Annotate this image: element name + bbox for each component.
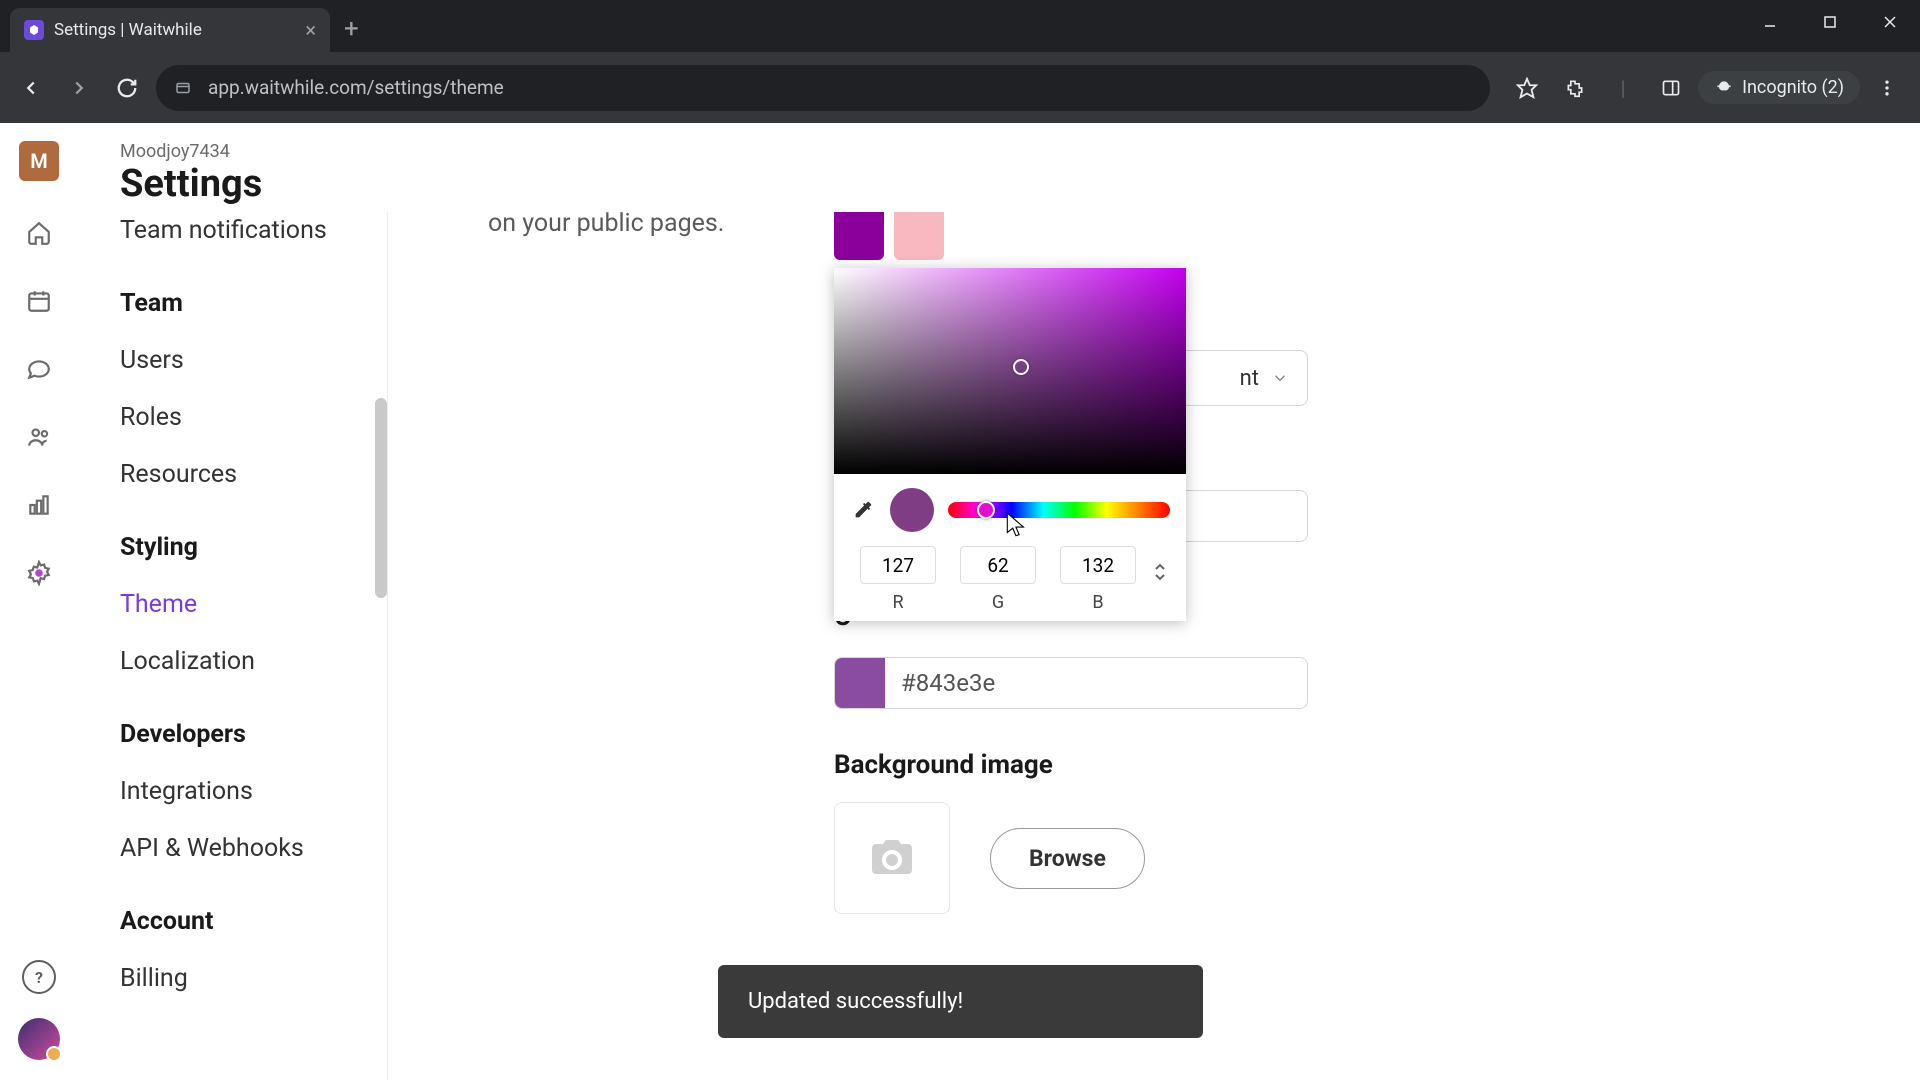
home-icon[interactable] bbox=[23, 217, 55, 249]
reload-button[interactable] bbox=[108, 69, 146, 107]
toolbar-right: | Incognito (2) bbox=[1500, 67, 1908, 109]
g-label: G bbox=[992, 592, 1004, 613]
back-button[interactable] bbox=[12, 69, 50, 107]
sidebar-item-theme[interactable]: Theme bbox=[120, 576, 365, 633]
chat-icon[interactable] bbox=[23, 353, 55, 385]
content: Moodjoy7434 Settings Team notifications … bbox=[78, 123, 1920, 1080]
b-input[interactable] bbox=[1060, 546, 1136, 584]
extensions-icon[interactable] bbox=[1554, 67, 1596, 109]
eyedropper-icon[interactable] bbox=[850, 497, 876, 523]
sidebar-item-billing[interactable]: Billing bbox=[120, 950, 365, 1007]
sidebar-heading-developers: Developers bbox=[120, 690, 365, 763]
sidebar-item-integrations[interactable]: Integrations bbox=[120, 763, 365, 820]
tab-title: Settings | Waitwhile bbox=[54, 20, 202, 40]
close-window-button[interactable] bbox=[1860, 0, 1920, 44]
new-tab-button[interactable]: + bbox=[344, 14, 359, 44]
sidebar-item-api-webhooks[interactable]: API & Webhooks bbox=[120, 820, 365, 877]
browse-button[interactable]: Browse bbox=[990, 828, 1145, 889]
color-picker: R G B bbox=[834, 268, 1186, 621]
nav-rail: M ? bbox=[0, 123, 78, 1080]
r-label: R bbox=[892, 592, 903, 613]
swatch-primary[interactable] bbox=[834, 212, 884, 260]
bookmark-icon[interactable] bbox=[1506, 67, 1548, 109]
sidebar-heading-styling: Styling bbox=[120, 503, 365, 576]
swatch-secondary[interactable] bbox=[894, 212, 944, 260]
sv-cursor[interactable] bbox=[1013, 359, 1029, 375]
incognito-icon bbox=[1714, 78, 1734, 98]
cover-hex-value[interactable]: #843e3e bbox=[885, 658, 1307, 708]
url-field[interactable]: app.waitwhile.com/settings/theme bbox=[156, 65, 1490, 111]
sidebar-item-resources[interactable]: Resources bbox=[120, 446, 365, 503]
settings-sidebar: Team notifications Team Users Roles Reso… bbox=[78, 212, 388, 1080]
camera-icon bbox=[868, 834, 916, 882]
maximize-button[interactable] bbox=[1800, 0, 1860, 44]
sidebar-heading-account: Account bbox=[120, 877, 365, 950]
color-chip-cover[interactable] bbox=[835, 658, 885, 708]
color-preview bbox=[890, 488, 934, 532]
image-placeholder[interactable] bbox=[834, 802, 950, 914]
user-avatar[interactable] bbox=[18, 1018, 60, 1060]
org-avatar[interactable]: M bbox=[19, 141, 59, 181]
minimize-button[interactable] bbox=[1740, 0, 1800, 44]
sidebar-heading-team: Team bbox=[120, 259, 365, 332]
main-panel: on your public pages. L nt B bbox=[388, 212, 1920, 1080]
sidebar-item-team-notifications[interactable]: Team notifications bbox=[120, 212, 365, 259]
incognito-badge[interactable]: Incognito (2) bbox=[1698, 71, 1860, 104]
toast: Updated successfully! bbox=[718, 965, 1203, 1038]
page-header: Moodjoy7434 Settings bbox=[78, 123, 1920, 212]
analytics-icon[interactable] bbox=[23, 489, 55, 521]
sidebar-item-roles[interactable]: Roles bbox=[120, 389, 365, 446]
b-label: B bbox=[1092, 592, 1103, 613]
chevron-down-icon bbox=[1271, 369, 1289, 387]
calendar-icon[interactable] bbox=[23, 285, 55, 317]
sidebar-item-users[interactable]: Users bbox=[120, 332, 365, 389]
sidebar-scrollbar[interactable] bbox=[375, 398, 387, 598]
saturation-value-area[interactable] bbox=[834, 268, 1186, 474]
sidebar-item-localization[interactable]: Localization bbox=[120, 633, 365, 690]
settings-icon[interactable] bbox=[23, 557, 55, 589]
tab-bar: Settings | Waitwhile × + bbox=[0, 0, 1920, 52]
kebab-menu-icon[interactable] bbox=[1866, 67, 1908, 109]
toast-message: Updated successfully! bbox=[748, 989, 963, 1014]
color-input-cover[interactable]: #843e3e bbox=[834, 657, 1308, 709]
page-title: Settings bbox=[120, 162, 1920, 206]
favicon bbox=[24, 20, 44, 40]
people-icon[interactable] bbox=[23, 421, 55, 453]
background-image-label: Background image bbox=[834, 750, 1053, 780]
theme-description: on your public pages. bbox=[488, 206, 788, 241]
url-text: app.waitwhile.com/settings/theme bbox=[208, 76, 504, 99]
select-value-suffix: nt bbox=[1240, 366, 1259, 391]
forward-button[interactable] bbox=[60, 69, 98, 107]
site-info-icon[interactable] bbox=[172, 77, 194, 99]
app: M ? Moodjoy7434 Settings Team notificati… bbox=[0, 123, 1920, 1080]
address-bar: app.waitwhile.com/settings/theme | Incog… bbox=[0, 52, 1920, 123]
window-controls bbox=[1740, 0, 1920, 44]
tab-close-icon[interactable]: × bbox=[305, 18, 316, 42]
color-mode-toggle[interactable] bbox=[1154, 563, 1166, 597]
incognito-label: Incognito (2) bbox=[1742, 77, 1844, 98]
breadcrumb: Moodjoy7434 bbox=[120, 141, 1920, 162]
browser-chrome: Settings | Waitwhile × + app.waitwhile.c… bbox=[0, 0, 1920, 123]
sidepanel-icon[interactable] bbox=[1650, 67, 1692, 109]
hue-thumb[interactable] bbox=[977, 501, 995, 519]
r-input[interactable] bbox=[860, 546, 936, 584]
browser-tab[interactable]: Settings | Waitwhile × bbox=[10, 8, 330, 52]
help-icon[interactable]: ? bbox=[22, 960, 56, 994]
hue-slider[interactable] bbox=[948, 502, 1170, 518]
g-input[interactable] bbox=[960, 546, 1036, 584]
